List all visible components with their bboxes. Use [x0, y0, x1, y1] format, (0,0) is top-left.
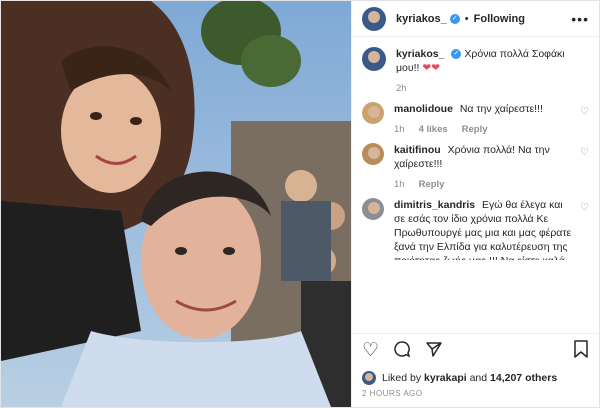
comment-reply-button[interactable]: Reply	[462, 124, 488, 135]
caption-username[interactable]: kyriakos_	[396, 48, 444, 60]
comment-text: kaitifinou Χρόνια πολλά! Να την χαίρεστε…	[394, 143, 574, 171]
comment-like-heart-icon[interactable]: ♡	[580, 147, 589, 158]
caption-hearts: ❤❤	[422, 62, 440, 74]
instagram-post: kyriakos_ ✓ • Following ••• kyriakos_ ✓ Χ…	[0, 0, 600, 408]
liked-by-user[interactable]: kyrakapi	[424, 372, 467, 384]
comments-list[interactable]: kyriakos_ ✓ Χρόνια πολλά Σοφάκι μου!! ❤❤ …	[352, 37, 599, 333]
caption-text: kyriakos_ ✓ Χρόνια πολλά Σοφάκι μου!! ❤❤	[396, 47, 589, 75]
liked-by-count[interactable]: 14,207 others	[490, 372, 557, 384]
selfie-photo	[1, 1, 351, 407]
comment-text: manolidoue Να την χαίρεστε!!!	[394, 102, 574, 116]
comment-item: manolidoue Να την χαίρεστε!!! 1h 4 likes…	[362, 102, 589, 135]
caption-verified-badge-icon: ✓	[451, 49, 462, 60]
author-username[interactable]: kyriakos_	[396, 13, 447, 25]
likes-summary: Liked by kyrakapi and 14,207 others	[352, 367, 599, 389]
heart-icon[interactable]: ♡	[362, 341, 379, 360]
more-options-icon[interactable]: •••	[571, 11, 589, 27]
caption-age: 2h	[396, 83, 407, 94]
comment-username[interactable]: kaitifinou	[394, 144, 441, 156]
caption: kyriakos_ ✓ Χρόνια πολλά Σοφάκι μου!! ❤❤ …	[362, 47, 589, 94]
comment-username[interactable]: manolidoue	[394, 103, 453, 115]
post-timestamp[interactable]: 2 HOURS AGO	[352, 389, 599, 407]
post-header: kyriakos_ ✓ • Following •••	[352, 1, 599, 37]
comment-body: Να την χαίρεστε!!!	[459, 103, 543, 115]
commenter-avatar[interactable]	[362, 143, 384, 165]
comment-like-heart-icon[interactable]: ♡	[580, 106, 589, 117]
comment-meta: 1h 4 likes Reply	[394, 124, 574, 135]
caption-meta: 2h	[396, 83, 589, 94]
following-button[interactable]: Following	[474, 13, 525, 25]
commenter-avatar[interactable]	[362, 198, 384, 220]
comment-age: 1h	[394, 179, 405, 190]
author-avatar[interactable]	[362, 6, 386, 31]
share-icon[interactable]	[425, 340, 443, 362]
comment-age: 1h	[394, 124, 405, 135]
comment-item: kaitifinou Χρόνια πολλά! Να την χαίρεστε…	[362, 143, 589, 190]
liked-by-and: and	[469, 372, 488, 384]
header-separator: •	[464, 12, 469, 25]
post-photo[interactable]	[1, 1, 351, 407]
post-sidebar: kyriakos_ ✓ • Following ••• kyriakos_ ✓ Χ…	[351, 1, 599, 407]
liker-avatar[interactable]	[362, 371, 376, 385]
caption-author-avatar[interactable]	[362, 47, 386, 71]
verified-badge-icon: ✓	[449, 13, 460, 24]
comment-text: dimitris_kandris Εγώ θα έλεγα και σε εσά…	[394, 198, 574, 260]
comment-username[interactable]: dimitris_kandris	[394, 199, 475, 211]
action-bar: ♡	[352, 333, 599, 367]
comment-icon[interactable]	[393, 340, 411, 362]
liked-by-prefix: Liked by	[382, 372, 422, 384]
comment-reply-button[interactable]: Reply	[419, 179, 445, 190]
commenter-avatar[interactable]	[362, 102, 384, 124]
comment-item: dimitris_kandris Εγώ θα έλεγα και σε εσά…	[362, 198, 589, 260]
comment-likes-link[interactable]: 4 likes	[419, 124, 448, 135]
comment-meta: 1h Reply	[394, 179, 574, 190]
comment-like-heart-icon[interactable]: ♡	[580, 202, 589, 213]
bookmark-icon[interactable]	[573, 339, 589, 362]
